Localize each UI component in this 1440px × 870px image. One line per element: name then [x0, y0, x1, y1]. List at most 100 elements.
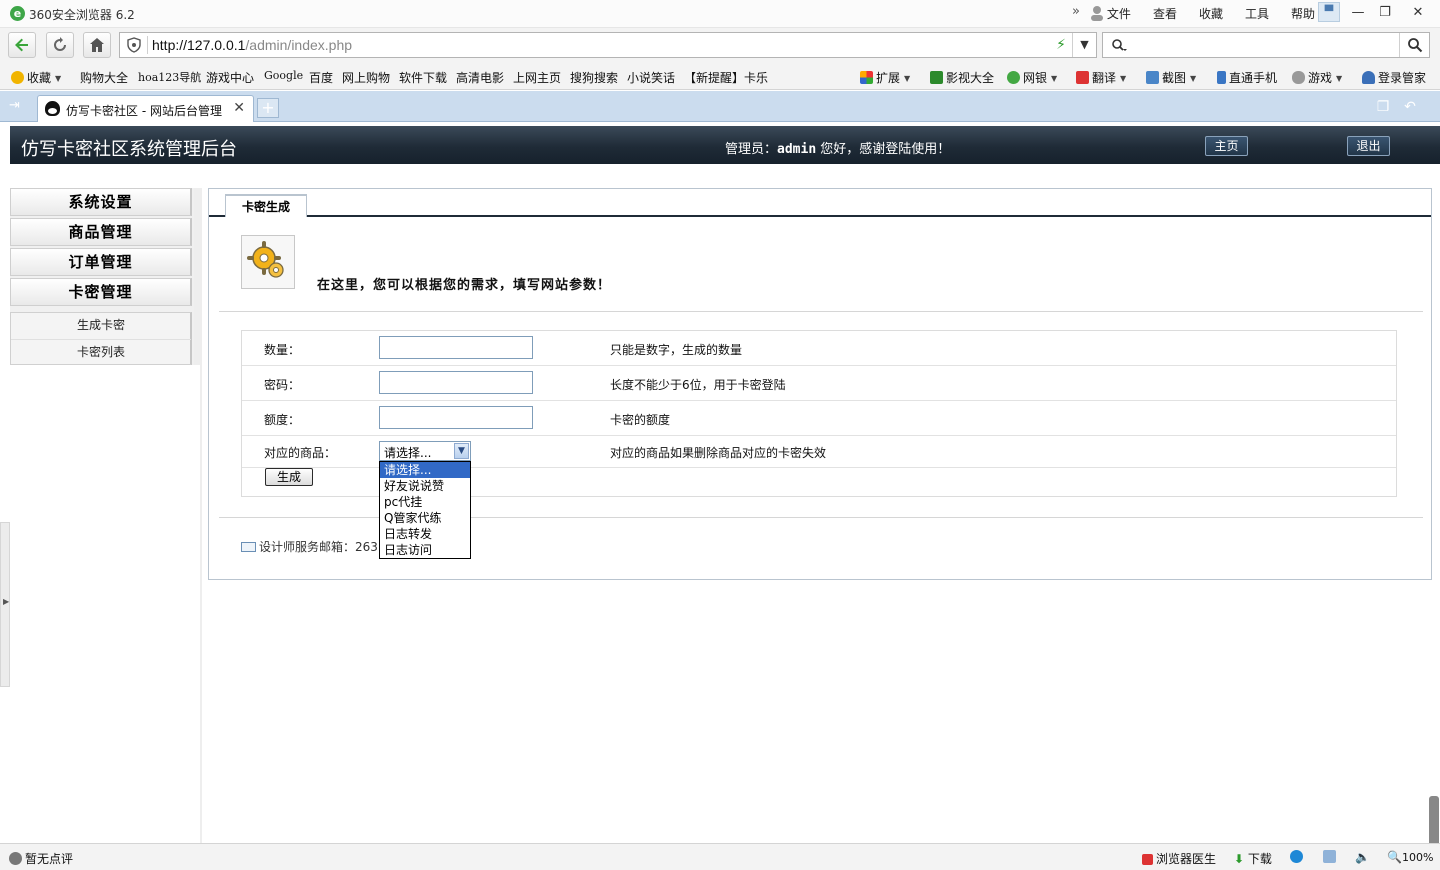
- volume-icon[interactable]: 🔈: [1355, 850, 1370, 864]
- zoom-level: 100%: [1401, 851, 1434, 864]
- toolbar-extensions[interactable]: 扩展 ▼: [860, 69, 910, 86]
- menu-view[interactable]: 查看: [1153, 5, 1177, 22]
- sidebar-item-products[interactable]: 商品管理: [10, 218, 192, 246]
- tab-card-generate[interactable]: 卡密生成: [225, 194, 307, 217]
- shield-icon[interactable]: [126, 37, 142, 53]
- search-box[interactable]: [1102, 32, 1430, 58]
- status-rating[interactable]: 暂无点评: [9, 850, 73, 867]
- sidebar-item-generate-cards[interactable]: 生成卡密: [11, 313, 191, 338]
- address-bar[interactable]: http://127.0.0.1/admin/index.php ⚡ ▼: [119, 32, 1097, 58]
- window-mode-icon[interactable]: [1323, 850, 1339, 864]
- restore-tabs-icon[interactable]: ❐: [1374, 99, 1392, 115]
- status-download[interactable]: ⬇ 下载: [1234, 850, 1272, 867]
- close-window-button[interactable]: ✕: [1407, 3, 1429, 23]
- toolbar-login-manager[interactable]: 登录管家: [1362, 69, 1426, 86]
- welcome-prefix: 管理员：: [725, 142, 778, 157]
- bookmark-game-center[interactable]: 游戏中心: [206, 69, 254, 86]
- home-button[interactable]: 主页: [1205, 136, 1248, 156]
- sidebar-item-orders[interactable]: 订单管理: [10, 248, 192, 276]
- dropdown-option[interactable]: 日志转发: [380, 526, 470, 542]
- toolbar-translate[interactable]: 翻译 ▼: [1076, 69, 1126, 86]
- toolbar-games[interactable]: 游戏 ▼: [1292, 69, 1342, 86]
- panel-tab-strip: 卡密生成: [209, 189, 1431, 217]
- close-tab-icon[interactable]: ✕: [233, 100, 245, 116]
- toolbar-label: 截图: [1162, 71, 1187, 85]
- status-doctor-label: 浏览器医生: [1156, 852, 1217, 866]
- dropdown-option[interactable]: Q管家代练: [380, 510, 470, 526]
- bookmark-hd-movies[interactable]: 高清电影: [456, 69, 504, 86]
- sidebar-item-card-list[interactable]: 卡密列表: [11, 339, 191, 364]
- chevron-down-icon: ▼: [904, 74, 911, 83]
- bookmark-online-shopping[interactable]: 网上购物: [342, 69, 390, 86]
- home-nav-button[interactable]: [83, 32, 111, 58]
- restore-button[interactable]: ❐: [1374, 3, 1396, 23]
- bookmark-homepage[interactable]: 上网主页: [513, 69, 561, 86]
- download-arrow-icon: ⬇: [1234, 852, 1245, 866]
- skin-shirt-icon[interactable]: ▀: [1318, 2, 1340, 22]
- toolbar-video[interactable]: 影视大全: [930, 69, 994, 86]
- bookmark-favorites[interactable]: 收藏 ▼: [11, 69, 61, 86]
- chevron-down-icon[interactable]: ▼: [454, 443, 469, 459]
- product-select-value: 请选择...: [384, 446, 432, 460]
- logout-button[interactable]: 退出: [1347, 136, 1390, 156]
- bookmark-kale[interactable]: 【新提醒】卡乐: [684, 69, 768, 86]
- scrollbar-grip[interactable]: [1429, 796, 1439, 846]
- dropdown-option[interactable]: 好友说说赞: [380, 478, 470, 494]
- status-bar: 暂无点评 浏览器医生 ⬇ 下载 🔈 🔍100%: [0, 843, 1440, 870]
- bookmark-baidu[interactable]: 百度: [309, 69, 333, 86]
- toolbar-screenshot[interactable]: 截图 ▼: [1146, 69, 1196, 86]
- footer-email-text: 设计师服务邮箱：263: [259, 540, 378, 554]
- tab-admin[interactable]: 仿写卡密社区 - 网站后台管理 ✕: [37, 95, 254, 122]
- tab-label: 仿写卡密社区 - 网站后台管理: [66, 104, 222, 118]
- translate-icon: [1076, 71, 1089, 84]
- sidebar-item-system-settings[interactable]: 系统设置: [10, 188, 192, 216]
- dropdown-option[interactable]: 日志访问: [380, 542, 470, 558]
- toolbar-label: 扩展: [876, 71, 901, 85]
- browser-logo-icon: e: [10, 6, 25, 21]
- menu-file[interactable]: 文件: [1107, 5, 1131, 22]
- more-menu-icon[interactable]: »: [1072, 4, 1080, 19]
- menu-tools[interactable]: 工具: [1245, 5, 1269, 22]
- refresh-button[interactable]: [46, 32, 74, 58]
- sidebar-item-cards[interactable]: 卡密管理: [10, 278, 192, 306]
- minimize-button[interactable]: —: [1347, 3, 1369, 23]
- toolbar-netbank[interactable]: 网银 ▼: [1007, 69, 1057, 86]
- dropdown-option[interactable]: 请选择...: [380, 462, 470, 478]
- toolbar-phone[interactable]: 直通手机: [1217, 69, 1277, 86]
- back-button[interactable]: [8, 32, 36, 58]
- new-tab-button[interactable]: +: [257, 98, 279, 118]
- dropdown-option[interactable]: pc代挂: [380, 494, 470, 510]
- address-url[interactable]: http://127.0.0.1/admin/index.php: [152, 37, 352, 53]
- address-dropdown-icon[interactable]: ▼: [1072, 33, 1096, 57]
- bookmark-novels[interactable]: 小说笑话: [627, 69, 675, 86]
- status-browser-doctor[interactable]: 浏览器医生: [1142, 850, 1216, 867]
- search-engine-icon[interactable]: [1111, 38, 1127, 52]
- speed-mode-icon[interactable]: ⚡: [1056, 37, 1066, 53]
- status-zoom[interactable]: 🔍100%: [1387, 850, 1433, 864]
- search-button[interactable]: [1399, 33, 1429, 57]
- sidebar-toggle-icon[interactable]: ⇥: [9, 99, 27, 113]
- bookmark-sogou[interactable]: 搜狗搜索: [570, 69, 618, 86]
- gamepad-icon: [1292, 71, 1305, 84]
- ie-mode-icon[interactable]: [1290, 850, 1306, 864]
- product-select[interactable]: 请选择... ▼: [379, 441, 471, 461]
- product-hint: 对应的商品如果删除商品对应的卡密失效: [610, 446, 827, 460]
- menu-favorites[interactable]: 收藏: [1199, 5, 1223, 22]
- toolbar-label: 直通手机: [1229, 71, 1278, 85]
- password-input[interactable]: [379, 371, 533, 394]
- bookmark-shopping[interactable]: 购物大全: [80, 69, 128, 86]
- sidebar-empty-area: [10, 365, 200, 843]
- browser-titlebar: e 360安全浏览器 6.2 » 文件 查看 收藏 工具 帮助 ▀ — ❐ ✕: [0, 0, 1440, 28]
- user-account-icon[interactable]: [1090, 5, 1104, 21]
- quantity-input[interactable]: [379, 336, 533, 359]
- generate-button[interactable]: 生成: [265, 468, 313, 486]
- chevron-down-icon: ▼: [1190, 74, 1197, 83]
- bookmark-google[interactable]: Google: [264, 69, 303, 82]
- bookmark-label: 收藏: [27, 71, 52, 85]
- bookmark-hao123[interactable]: hoa123导航: [138, 69, 201, 85]
- amount-input[interactable]: [379, 406, 533, 429]
- menu-help[interactable]: 帮助: [1291, 5, 1315, 22]
- bookmark-software[interactable]: 软件下载: [399, 69, 447, 86]
- undo-close-icon[interactable]: ↶: [1401, 99, 1419, 115]
- page-side-collapse-handle[interactable]: ▶: [0, 522, 10, 687]
